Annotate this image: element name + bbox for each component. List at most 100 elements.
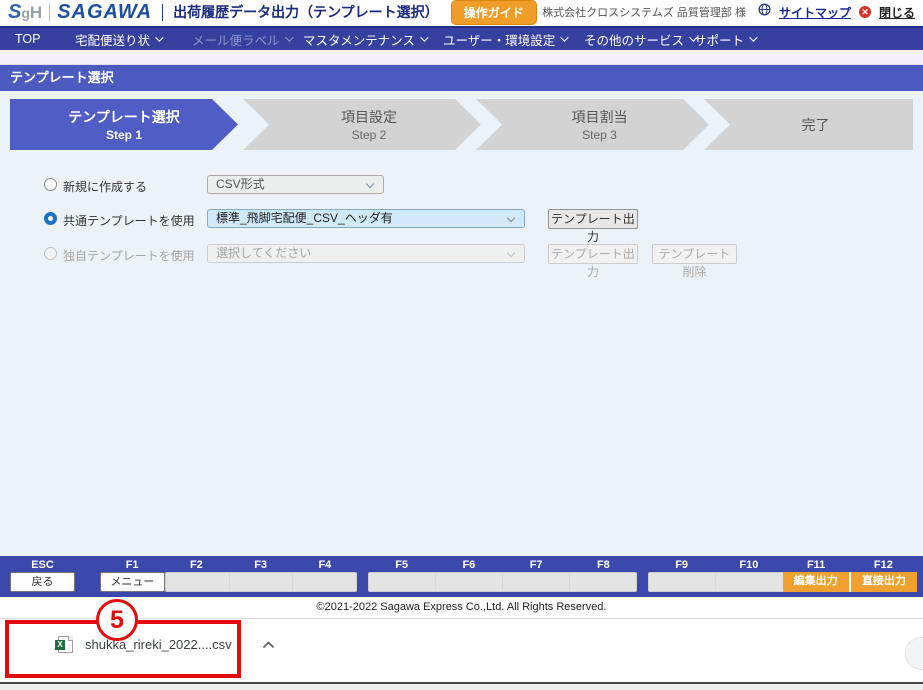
format-select[interactable]: CSV形式 xyxy=(207,175,384,194)
close-link[interactable]: 閉じる xyxy=(879,4,915,21)
dropdown-arrow-icon xyxy=(507,214,515,222)
fkey-caption-f9: F9 xyxy=(648,559,715,571)
own-template-export-button[interactable]: テンプレート出力 xyxy=(548,244,638,264)
nav-item-mailbin-label: メール便ラベル xyxy=(192,28,291,50)
sitemap-link[interactable]: サイトマップ xyxy=(779,4,851,21)
page-title: 出荷履歴データ出力（テンプレート選択） xyxy=(173,2,439,22)
fkey-caption-f11: F11 xyxy=(783,559,850,571)
logo-letter-s: S xyxy=(8,1,21,23)
select-placeholder: 選択してください xyxy=(216,246,311,260)
chevron-up-icon[interactable] xyxy=(262,641,275,649)
f4-button xyxy=(292,572,357,592)
wizard-step-3: 項目割当 Step 3 xyxy=(476,99,709,150)
nav-item-master-maintenance[interactable]: マスタメンテナンス xyxy=(303,28,426,50)
f8-button xyxy=(569,572,637,592)
step-subtitle: Step 3 xyxy=(582,128,617,142)
template-export-button[interactable]: テンプレート出力 xyxy=(548,209,638,229)
form-row-own-template: 独自テンプレートを使用 選択してください テンプレート出力 テンプレート削除 xyxy=(0,244,923,266)
wizard-step-4: 完了 xyxy=(704,99,913,150)
globe-icon xyxy=(758,3,771,21)
user-name: 株式会社クロスシステムズ 品質管理部 様 xyxy=(542,4,746,20)
esc-back-button[interactable]: 戻る xyxy=(10,572,75,592)
logo-divider xyxy=(49,4,50,21)
chevron-down-icon xyxy=(560,33,568,41)
f6-button xyxy=(435,572,502,592)
nav-label: ユーザー・環境設定 xyxy=(443,30,555,49)
step-title: テンプレート選択 xyxy=(68,107,180,127)
own-template-delete-button[interactable]: テンプレート削除 xyxy=(652,244,737,264)
fkey-caption-f10: F10 xyxy=(715,559,782,571)
step-subtitle: Step 2 xyxy=(352,128,387,142)
f12-direct-output-button[interactable]: 直接出力 xyxy=(849,572,917,592)
close-icon: ✕ xyxy=(859,6,871,18)
fkey-caption-f2: F2 xyxy=(164,559,228,571)
fkey-caption-f4: F4 xyxy=(293,559,357,571)
f1-menu-button[interactable]: メニュー xyxy=(100,572,165,592)
radio-label-common-template: 共通テンプレートを使用 xyxy=(63,212,195,229)
fkey-caption-f8: F8 xyxy=(570,559,637,571)
show-all-downloads-button[interactable] xyxy=(905,637,923,670)
f7-button xyxy=(502,572,569,592)
nav-item-takuhaibin-invoice[interactable]: 宅配便送り状 xyxy=(75,28,161,50)
chevron-down-icon xyxy=(155,33,163,41)
common-template-select[interactable]: 標準_飛脚宅配便_CSV_ヘッダ有 xyxy=(207,209,525,228)
copyright-footer: ©2021-2022 Sagawa Express Co.,Ltd. All R… xyxy=(0,597,923,618)
page-fold xyxy=(68,636,73,641)
nav-label: マスタメンテナンス xyxy=(303,30,415,49)
logo-letter-h: H xyxy=(30,3,42,22)
radio-label-create-new: 新規に作成する xyxy=(63,178,147,195)
download-item[interactable]: X shukka_rireki_2022....csv xyxy=(58,636,275,653)
function-key-bar: ESC 戻る F1 F2 F3 F4 メニュー F5 F6 F7 xyxy=(0,556,923,597)
spacer-strip xyxy=(0,50,923,65)
fkey-group-f9-f12: F9 F10 F11 F12 編集出力 直接出力 xyxy=(648,556,917,597)
step-wizard: テンプレート選択 Step 1 項目設定 Step 2 項目割当 Step 3 … xyxy=(10,99,913,150)
step-title: 項目割当 xyxy=(572,107,628,127)
app-window: SgH SAGAWA 出荷履歴データ出力（テンプレート選択） 操作ガイド 株式会… xyxy=(0,0,923,690)
header-right: 株式会社クロスシステムズ 品質管理部 様 サイトマップ ✕ 閉じる xyxy=(542,3,915,21)
f5-button xyxy=(368,572,435,592)
radio-own-template[interactable] xyxy=(44,247,57,260)
fkey-group-f5-f8: F5 F6 F7 F8 xyxy=(368,556,637,597)
select-value: 標準_飛脚宅配便_CSV_ヘッダ有 xyxy=(216,211,393,225)
fkey-caption-esc: ESC xyxy=(10,559,75,571)
dropdown-arrow-icon xyxy=(507,249,515,257)
step-title: 項目設定 xyxy=(341,107,397,127)
select-value: CSV形式 xyxy=(216,177,265,191)
radio-label-own-template: 独自テンプレートを使用 xyxy=(63,247,195,264)
main-nav: TOP 宅配便送り状 メール便ラベル マスタメンテナンス ユーザー・環境設定 そ… xyxy=(0,28,923,50)
wizard-step-2: 項目設定 Step 2 xyxy=(243,99,481,150)
nav-item-other-services[interactable]: その他のサービス xyxy=(584,28,695,50)
radio-common-template[interactable] xyxy=(44,212,57,225)
nav-label: TOP xyxy=(15,32,40,46)
chevron-down-icon xyxy=(749,33,757,41)
nav-label: 宅配便送り状 xyxy=(75,30,150,49)
fkey-group-f1-f4: F1 F2 F3 F4 メニュー xyxy=(100,556,357,597)
excel-x-glyph: X xyxy=(55,640,65,650)
app-header: SgH SAGAWA 出荷履歴データ出力（テンプレート選択） 操作ガイド 株式会… xyxy=(0,0,923,28)
download-filename: shukka_rireki_2022....csv xyxy=(85,637,232,652)
sagawa-logo: SAGAWA xyxy=(57,1,152,24)
fkey-caption-f3: F3 xyxy=(229,559,293,571)
dropdown-arrow-icon xyxy=(366,180,374,188)
operation-guide-button[interactable]: 操作ガイド xyxy=(451,0,537,25)
radio-create-new[interactable] xyxy=(44,178,57,191)
nav-item-top[interactable]: TOP xyxy=(15,28,40,50)
nav-label: メール便ラベル xyxy=(192,30,280,49)
nav-item-user-settings[interactable]: ユーザー・環境設定 xyxy=(443,28,566,50)
fkey-group-esc: ESC 戻る xyxy=(10,556,75,597)
wizard-step-1: テンプレート選択 Step 1 xyxy=(10,99,238,150)
form-row-create-new: 新規に作成する CSV形式 xyxy=(0,175,923,197)
own-template-select[interactable]: 選択してください xyxy=(207,244,525,263)
fkey-caption-f5: F5 xyxy=(368,559,435,571)
step-subtitle: Step 1 xyxy=(106,128,142,142)
excel-file-icon: X xyxy=(58,636,73,653)
f9-button xyxy=(648,572,715,592)
nav-item-support[interactable]: サポート xyxy=(694,28,755,50)
f3-button xyxy=(229,572,293,592)
logo-letter-g: g xyxy=(21,5,30,21)
nav-label: サポート xyxy=(694,30,744,49)
f11-edit-output-button[interactable]: 編集出力 xyxy=(783,572,849,592)
nav-label: その他のサービス xyxy=(584,30,684,49)
fkey-caption-f7: F7 xyxy=(503,559,570,571)
sgh-logo: SgH xyxy=(8,1,42,24)
